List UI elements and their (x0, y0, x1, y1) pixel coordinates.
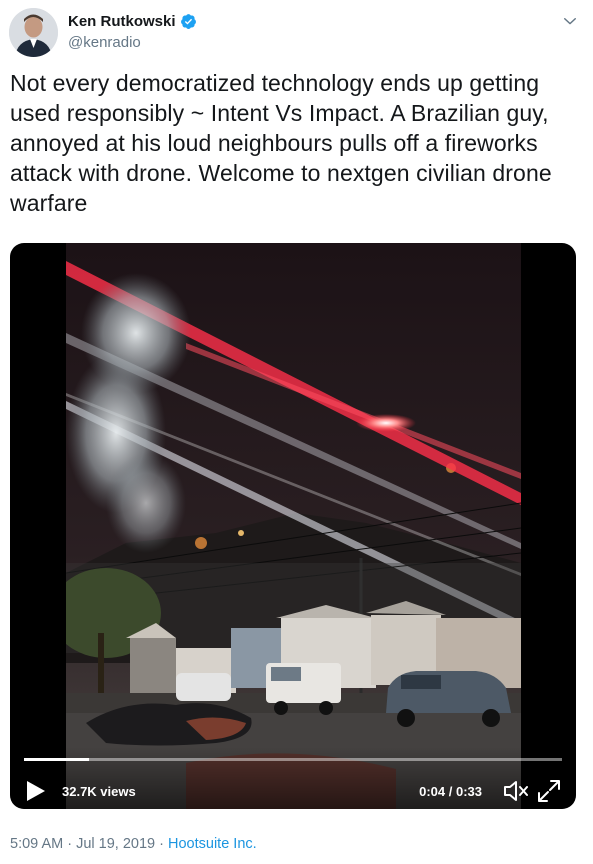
tweet-date[interactable]: Jul 19, 2019 (76, 836, 155, 852)
video-progress-bar[interactable] (24, 758, 562, 761)
chevron-down-icon[interactable] (561, 12, 579, 30)
avatar[interactable] (9, 8, 58, 57)
tweet-time[interactable]: 5:09 AM (10, 836, 63, 852)
tweet-meta: 5:09 AM · Jul 19, 2019 · Hootsuite Inc. (10, 836, 257, 852)
user-handle[interactable]: @kenradio (68, 34, 141, 51)
video-progress-fill (24, 758, 89, 761)
tweet-header: Ken Rutkowski @kenradio (9, 8, 585, 60)
view-count: 32.7K views (62, 784, 136, 799)
display-name[interactable]: Ken Rutkowski (68, 13, 176, 30)
meta-separator: · (63, 836, 77, 852)
video-frame (66, 243, 521, 809)
tweet-text: Not every democratized technology ends u… (10, 70, 559, 216)
play-icon[interactable] (25, 779, 47, 803)
meta-separator: · (155, 836, 168, 852)
mute-icon[interactable] (502, 778, 528, 804)
video-time: 0:04 / 0:33 (419, 784, 482, 799)
video-player[interactable]: 32.7K views 0:04 / 0:33 (10, 243, 576, 809)
tweet-source-link[interactable]: Hootsuite Inc. (168, 836, 257, 852)
verified-badge-icon (180, 14, 196, 29)
video-controls: 32.7K views 0:04 / 0:33 (10, 747, 576, 809)
fullscreen-icon[interactable] (536, 778, 562, 804)
